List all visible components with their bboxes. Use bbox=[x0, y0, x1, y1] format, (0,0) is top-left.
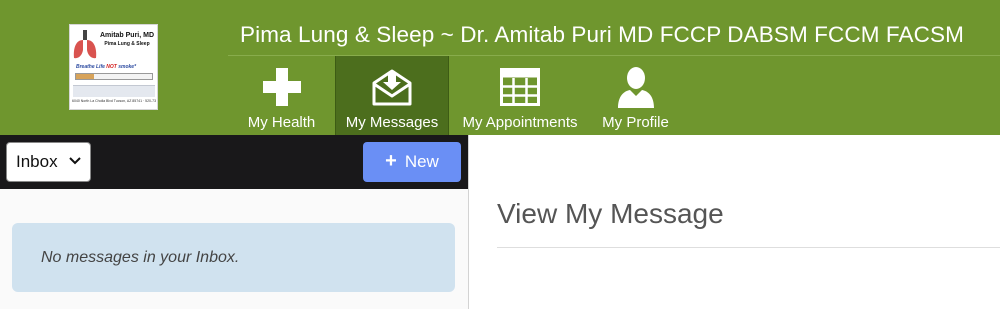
logo-subtitle: Pima Lung & Sleep bbox=[104, 41, 150, 47]
view-message-title: View My Message bbox=[497, 198, 724, 229]
main-nav: My Health My Messages My Appointments My… bbox=[228, 56, 680, 135]
logo-tagline: Breathe Life NOT smoke* bbox=[76, 64, 137, 70]
nav-label: My Profile bbox=[602, 114, 669, 131]
practice-logo[interactable]: Amitab Puri, MD Pima Lung & Sleep Breath… bbox=[69, 24, 158, 110]
panel-divider bbox=[468, 135, 469, 309]
nav-label: My Health bbox=[247, 114, 316, 131]
nav-label: My Appointments bbox=[462, 114, 578, 131]
new-button-label: New bbox=[404, 152, 439, 171]
messages-toolbar: Inbox + New bbox=[0, 135, 468, 189]
site-title: Pima Lung & Sleep ~ Dr. Amitab Puri MD F… bbox=[240, 22, 964, 47]
folder-select[interactable]: Inbox bbox=[6, 142, 91, 182]
cigarette-graphic bbox=[75, 73, 153, 80]
lungs-icon bbox=[73, 30, 97, 59]
plus-cross-icon bbox=[262, 64, 301, 110]
calendar-grid-icon bbox=[500, 64, 540, 110]
message-list: No messages in your Inbox. bbox=[0, 189, 468, 309]
logo-badges bbox=[73, 85, 155, 97]
chevron-down-icon bbox=[69, 157, 81, 165]
logo-name: Amitab Puri, MD bbox=[99, 32, 155, 39]
logo-footer: 6040 North La Cholla Blvd Tucson, AZ 857… bbox=[72, 99, 156, 103]
empty-inbox-alert: No messages in your Inbox. bbox=[12, 223, 455, 292]
plus-icon: + bbox=[385, 149, 397, 172]
envelope-download-icon bbox=[371, 64, 413, 110]
nav-my-profile[interactable]: My Profile bbox=[591, 56, 680, 135]
app-header: Amitab Puri, MD Pima Lung & Sleep Breath… bbox=[0, 0, 1000, 135]
nav-my-appointments[interactable]: My Appointments bbox=[449, 56, 591, 135]
nav-my-health[interactable]: My Health bbox=[228, 56, 335, 135]
user-silhouette-icon bbox=[616, 64, 656, 110]
nav-label: My Messages bbox=[345, 114, 439, 131]
view-title-rule bbox=[497, 247, 1000, 248]
folder-select-value: Inbox bbox=[16, 152, 58, 171]
new-message-button[interactable]: + New bbox=[363, 142, 461, 182]
nav-my-messages[interactable]: My Messages bbox=[335, 56, 449, 135]
